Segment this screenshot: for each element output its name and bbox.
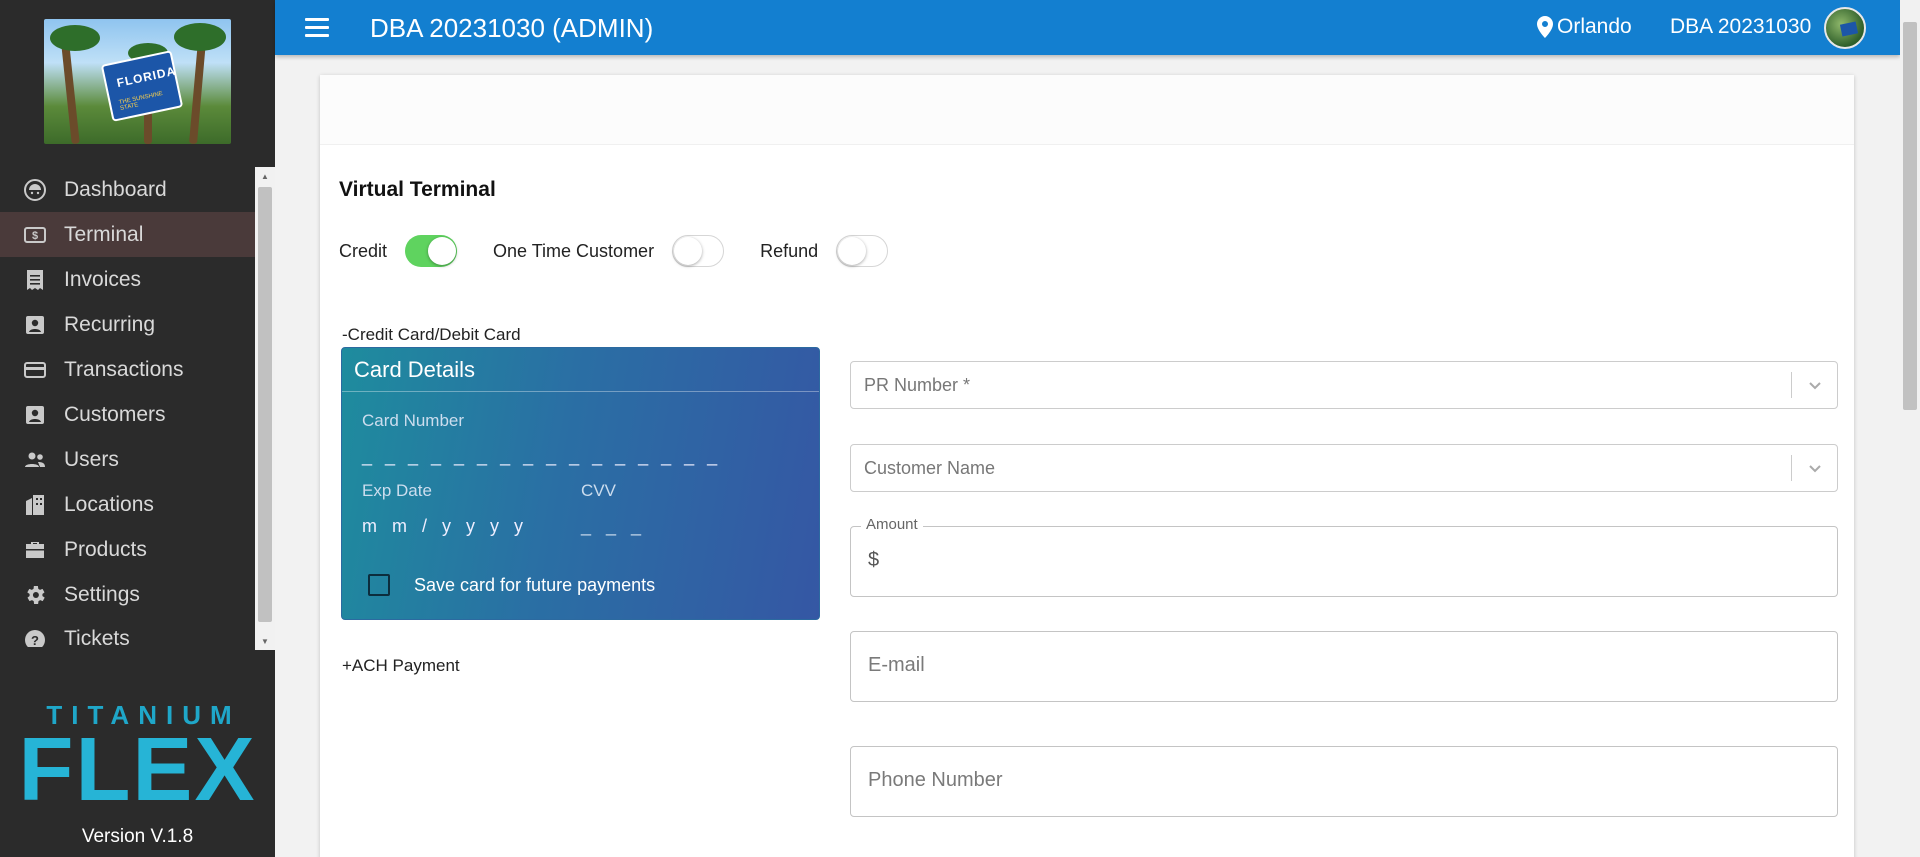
phone-number-field[interactable]: Phone Number	[850, 746, 1838, 817]
one-time-customer-toggle[interactable]	[672, 235, 725, 267]
save-card-label: Save card for future payments	[414, 575, 656, 595]
currency-prefix: $	[868, 549, 880, 571]
credit-card-section-toggle[interactable]: -Credit Card/Debit Card	[342, 325, 521, 345]
one-time-customer-toggle-label: One Time Customer	[493, 240, 655, 261]
version-label: Version V.1.8	[81, 826, 194, 847]
sidebar-item-dashboard[interactable]: Dashboard	[0, 167, 255, 212]
exp-date-input[interactable]: m m / y y y y	[362, 516, 528, 537]
pr-number-placeholder: PR Number *	[864, 375, 971, 395]
credit-toggle[interactable]	[405, 235, 458, 267]
sidebar-item-label: Terminal	[64, 222, 144, 246]
sidebar-item-settings[interactable]: Settings	[0, 572, 255, 617]
chevron-down-icon	[1805, 458, 1825, 478]
customer-name-select[interactable]: Customer Name	[850, 444, 1838, 492]
briefcase-icon	[22, 537, 48, 563]
sidebar-item-products[interactable]: Products	[0, 527, 255, 572]
sidebar-item-label: Customers	[64, 402, 166, 426]
save-card-checkbox[interactable]	[368, 574, 390, 596]
sidebar-item-recurring[interactable]: Recurring	[0, 302, 255, 347]
card-header-area	[320, 75, 1854, 145]
gear-icon	[22, 582, 48, 608]
amount-label: Amount	[861, 516, 923, 533]
cvv-input[interactable]: _ _ _	[581, 516, 646, 537]
sidebar-item-invoices[interactable]: Invoices	[0, 257, 255, 302]
sidebar-item-label: Tickets	[64, 627, 130, 647]
page-header-title: DBA 20231030 (ADMIN)	[370, 13, 654, 43]
page-scrollbar[interactable]	[1900, 0, 1920, 857]
refund-toggle-label: Refund	[760, 240, 819, 261]
phone-placeholder: Phone Number	[868, 769, 1003, 791]
exp-date-label: Exp Date	[362, 481, 432, 500]
sidebar-item-label: Locations	[64, 492, 154, 516]
card-number-label: Card Number	[362, 411, 465, 430]
top-header: DBA 20231030 (ADMIN) Orlando DBA 2023103…	[275, 0, 1900, 55]
sidebar-item-label: Transactions	[64, 357, 184, 381]
svg-text:$: $	[32, 230, 38, 242]
building-icon	[22, 492, 48, 518]
sidebar-scroll-thumb[interactable]	[258, 187, 272, 622]
credit-card-icon	[22, 357, 48, 383]
user-name[interactable]: DBA 20231030	[1670, 15, 1811, 39]
sidebar-item-terminal[interactable]: $ Terminal	[0, 212, 255, 257]
help-icon: ?	[22, 627, 48, 647]
chevron-down-icon	[1805, 375, 1825, 395]
invoice-icon	[22, 267, 48, 293]
cvv-label: CVV	[581, 481, 616, 500]
sidebar-item-locations[interactable]: Locations	[0, 482, 255, 527]
refund-toggle[interactable]	[836, 235, 889, 267]
florida-sign: FLORIDA THE SUNSHINE STATE	[100, 50, 184, 122]
hamburger-menu-icon[interactable]	[305, 14, 333, 40]
company-logo-image: FLORIDA THE SUNSHINE STATE	[44, 19, 231, 144]
email-placeholder: E-mail	[868, 654, 925, 676]
ach-payment-section-toggle[interactable]: +ACH Payment	[342, 656, 460, 676]
card-details-title: Card Details	[342, 348, 819, 392]
terminal-icon: $	[22, 222, 48, 248]
email-field[interactable]: E-mail	[850, 631, 1838, 702]
sidebar-item-transactions[interactable]: Transactions	[0, 347, 255, 392]
sidebar-item-label: Invoices	[64, 267, 142, 291]
sidebar-item-customers[interactable]: Customers	[0, 392, 255, 437]
mode-toggles: Credit One Time Customer Refund	[339, 235, 924, 267]
map-pin-icon	[1537, 16, 1553, 38]
page-scroll-thumb[interactable]	[1903, 22, 1917, 410]
sidebar-item-label: Recurring	[64, 312, 156, 336]
sidebar-scrollbar[interactable]: ▲ ▼	[255, 167, 275, 650]
amount-field[interactable]: Amount $	[850, 516, 1838, 597]
avatar[interactable]	[1824, 7, 1866, 49]
scroll-up-arrow-icon[interactable]: ▲	[255, 169, 275, 183]
svg-text:?: ?	[31, 633, 39, 647]
location-name: Orlando	[1557, 15, 1632, 38]
brand-logo: TITANIUM FLEX	[0, 700, 275, 820]
customer-icon	[22, 402, 48, 428]
card-number-input[interactable]: _ _ _ _ _ _ _ _ _ _ _ _ _ _ _ _	[362, 446, 721, 467]
sidebar-item-label: Products	[64, 537, 147, 561]
sidebar-item-tickets[interactable]: ? Tickets	[0, 617, 255, 647]
card-details-panel: Card Details Card Number _ _ _ _ _ _ _ _…	[341, 347, 820, 620]
virtual-terminal-card: Virtual Terminal Credit One Time Custome…	[320, 75, 1854, 857]
location-selector[interactable]: Orlando	[1537, 15, 1632, 39]
sidebar-item-label: Settings	[64, 582, 140, 606]
customer-name-placeholder: Customer Name	[864, 458, 996, 478]
recurring-icon	[22, 312, 48, 338]
brand-main-text: FLEX	[18, 720, 257, 820]
pr-number-select[interactable]: PR Number *	[850, 361, 1838, 409]
scroll-down-arrow-icon[interactable]: ▼	[255, 634, 275, 648]
sidebar: FLORIDA THE SUNSHINE STATE Dashboard $ T…	[0, 0, 275, 857]
dashboard-icon	[22, 177, 48, 203]
sidebar-item-users[interactable]: Users	[0, 437, 255, 482]
sidebar-item-label: Dashboard	[64, 177, 167, 201]
sidebar-item-label: Users	[64, 447, 119, 471]
credit-toggle-label: Credit	[339, 240, 388, 261]
sidebar-nav: Dashboard $ Terminal Invoices Recurring …	[0, 167, 255, 650]
users-icon	[22, 447, 48, 473]
page-title: Virtual Terminal	[339, 178, 496, 201]
